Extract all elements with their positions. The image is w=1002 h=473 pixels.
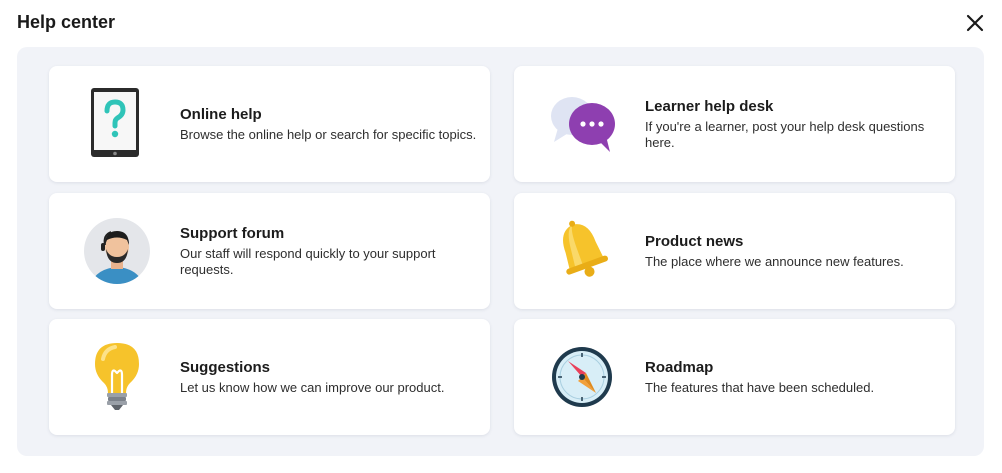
card-learner-help-desk[interactable]: Learner help desk If you're a learner, p… — [514, 66, 955, 182]
card-description: If you're a learner, post your help desk… — [645, 119, 925, 150]
card-title: Support forum — [180, 225, 285, 242]
card-support-forum[interactable]: Support forum Our staff will respond qui… — [49, 193, 490, 309]
lightbulb-icon — [79, 339, 155, 415]
close-button[interactable] — [962, 10, 988, 36]
compass-icon — [544, 339, 620, 415]
bell-icon — [544, 213, 620, 289]
card-title: Roadmap — [645, 359, 714, 376]
card-description: The place where we announce new features… — [645, 254, 904, 269]
support-person-icon — [79, 213, 155, 289]
card-title: Online help — [180, 106, 262, 123]
card-description: Our staff will respond quickly to your s… — [180, 246, 436, 277]
help-center-dialog: Help center Online help Browse the onlin… — [0, 0, 1002, 473]
card-description: The features that have been scheduled. — [645, 380, 875, 395]
card-description: Let us know how we can improve our produ… — [180, 380, 445, 395]
dialog-header: Help center — [0, 0, 1002, 46]
card-roadmap[interactable]: Roadmap The features that have been sche… — [514, 319, 955, 435]
card-online-help[interactable]: Online help Browse the online help or se… — [49, 66, 490, 182]
card-title: Learner help desk — [645, 98, 774, 115]
tablet-question-icon — [79, 86, 155, 162]
card-product-news[interactable]: Product news The place where we announce… — [514, 193, 955, 309]
card-description: Browse the online help or search for spe… — [180, 127, 477, 142]
card-title: Suggestions — [180, 359, 271, 376]
chat-bubbles-icon — [544, 86, 620, 162]
help-options-panel: Online help Browse the online help or se… — [17, 47, 984, 456]
card-title: Product news — [645, 233, 744, 250]
card-suggestions[interactable]: Suggestions Let us know how we can impro… — [49, 319, 490, 435]
close-icon — [966, 14, 984, 32]
dialog-title: Help center — [17, 12, 116, 32]
